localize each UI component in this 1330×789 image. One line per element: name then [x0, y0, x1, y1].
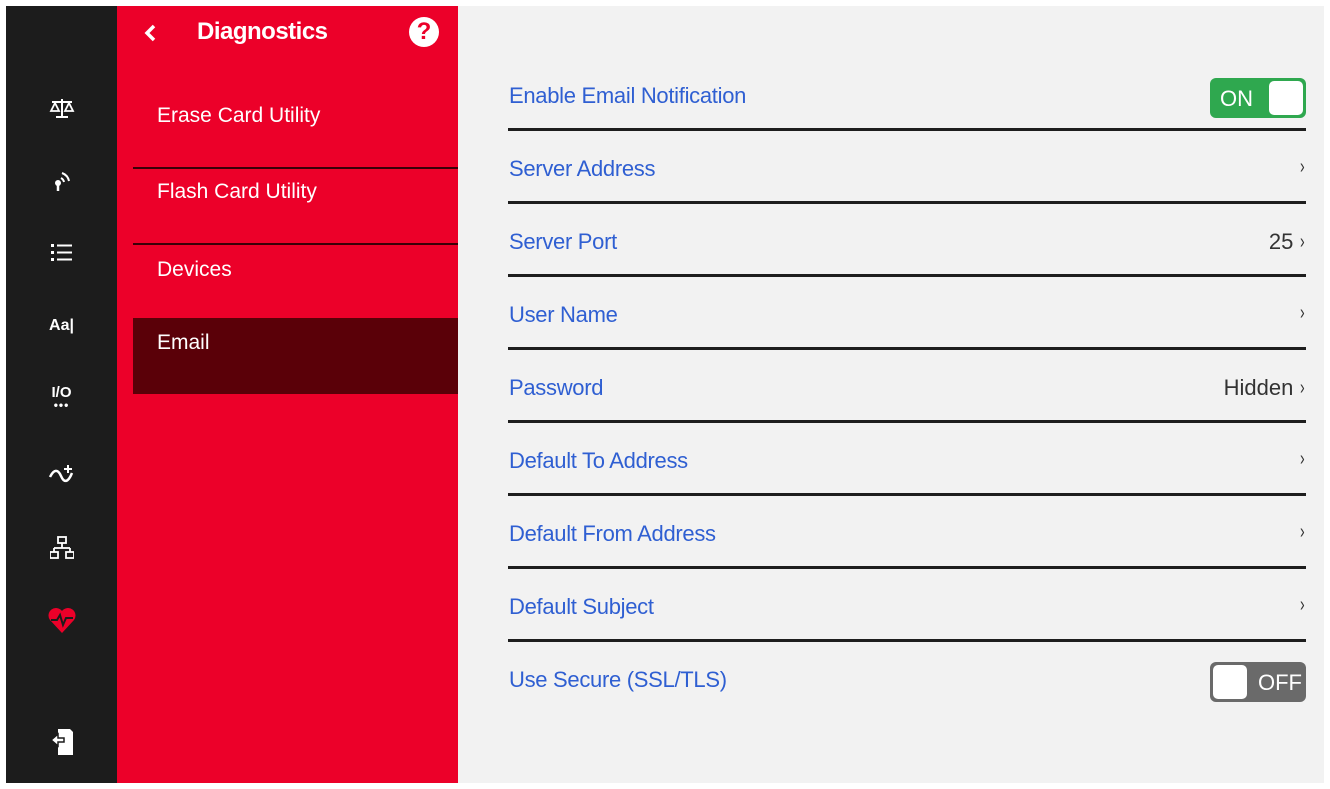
toggle-knob — [1213, 665, 1247, 699]
row-value: Hidden — [1223, 375, 1294, 400]
row-value-group: › — [1293, 594, 1306, 617]
row-user-name[interactable]: User Name › — [508, 278, 1306, 350]
rail-item-io[interactable]: I/O ••• — [6, 368, 117, 428]
rail-item-diagnostics[interactable] — [6, 590, 117, 650]
chevron-right-icon: › — [1300, 448, 1305, 470]
export-icon — [49, 729, 73, 755]
app-frame: Aa| I/O ••• Diagnostics ? Erase Card Uti… — [6, 6, 1324, 783]
heart-pulse-icon — [48, 608, 75, 633]
menu-item-flash-card-utility[interactable]: Flash Card Utility — [133, 167, 458, 245]
flow-icon — [48, 465, 73, 483]
row-label: Default From Address — [509, 521, 716, 546]
row-label: Server Address — [509, 156, 656, 181]
row-value-group: › — [1293, 302, 1306, 325]
rail-item-scale[interactable] — [6, 78, 117, 138]
help-icon[interactable]: ? — [409, 17, 439, 47]
row-value-group: › — [1293, 156, 1306, 179]
row-use-secure: Use Secure (SSL/TLS) OFF — [508, 643, 1306, 715]
row-label: Enable Email Notification — [509, 83, 747, 108]
page-title: Diagnostics — [197, 18, 328, 45]
rail-item-network[interactable] — [6, 518, 117, 578]
row-server-port[interactable]: Server Port 25 › — [508, 205, 1306, 277]
row-value-group: 25 › — [1269, 229, 1306, 255]
menu-item-devices[interactable]: Devices — [133, 245, 458, 321]
email-notification-toggle[interactable]: ON — [1210, 78, 1306, 118]
menu-header: Diagnostics ? — [117, 6, 458, 64]
diagnostics-menu: Diagnostics ? Erase Card Utility Flash C… — [117, 6, 458, 783]
email-settings-panel: Enable Email Notification ON Server Addr… — [458, 6, 1324, 783]
menu-item-label: Erase Card Utility — [157, 104, 321, 127]
menu-item-label: Devices — [157, 258, 232, 281]
io-dots: ••• — [53, 398, 70, 412]
rail-item-wireless[interactable] — [6, 150, 117, 210]
row-value-group: › — [1293, 448, 1306, 471]
row-label: Password — [509, 375, 604, 400]
toggle-text: OFF — [1258, 670, 1302, 695]
menu-item-email[interactable]: Email — [133, 318, 458, 394]
row-label: Server Port — [509, 229, 617, 254]
chevron-left-icon — [144, 24, 156, 42]
use-secure-toggle[interactable]: OFF — [1210, 662, 1306, 702]
chevron-right-icon: › — [1300, 521, 1305, 543]
menu-item-label: Flash Card Utility — [157, 180, 317, 203]
row-value-group: Hidden › — [1224, 375, 1306, 401]
icon-rail: Aa| I/O ••• — [6, 6, 117, 783]
rail-item-font[interactable]: Aa| — [6, 296, 117, 356]
row-default-from-address[interactable]: Default From Address › — [508, 497, 1306, 569]
toggle-knob — [1269, 81, 1303, 115]
row-value-group: › — [1293, 521, 1306, 544]
row-server-address[interactable]: Server Address › — [508, 132, 1306, 204]
menu-item-label: Email — [157, 331, 210, 354]
row-default-subject[interactable]: Default Subject › — [508, 570, 1306, 642]
chevron-right-icon: › — [1300, 594, 1305, 616]
row-label: Default To Address — [509, 448, 688, 473]
rail-item-flow[interactable] — [6, 444, 117, 504]
back-button[interactable] — [137, 19, 163, 47]
network-icon — [49, 536, 74, 559]
wireless-icon — [54, 172, 70, 191]
chevron-right-icon: › — [1300, 302, 1305, 324]
toggle-text: ON — [1220, 86, 1253, 111]
list-icon — [50, 244, 72, 261]
row-value: 25 — [1268, 229, 1294, 254]
scale-icon — [49, 99, 74, 118]
font-icon: Aa| — [49, 317, 74, 334]
row-label: Use Secure (SSL/TLS) — [509, 667, 727, 692]
row-label: User Name — [509, 302, 618, 327]
row-label: Default Subject — [509, 594, 654, 619]
chevron-right-icon: › — [1300, 376, 1305, 399]
chevron-right-icon: › — [1300, 156, 1305, 178]
row-enable-email-notification: Enable Email Notification ON — [508, 59, 1306, 131]
rail-item-export[interactable] — [6, 712, 117, 772]
rail-item-list[interactable] — [6, 222, 117, 282]
row-password[interactable]: Password Hidden › — [508, 351, 1306, 423]
row-default-to-address[interactable]: Default To Address › — [508, 424, 1306, 496]
chevron-right-icon: › — [1300, 230, 1305, 253]
menu-item-erase-card-utility[interactable]: Erase Card Utility — [133, 91, 458, 169]
